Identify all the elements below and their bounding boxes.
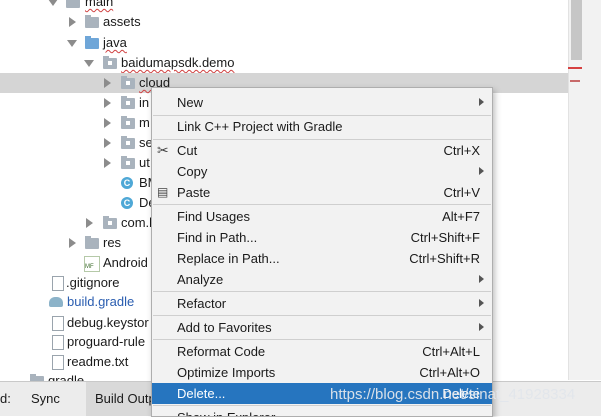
manifest-icon: MF [84,256,100,272]
menu-item-replace-in-path[interactable]: Replace in Path... Ctrl+Shift+R [152,248,492,269]
menu-item-reformat-code[interactable]: Reformat Code Ctrl+Alt+L [152,341,492,362]
submenu-arrow-icon [479,98,484,106]
expand-arrow-icon[interactable] [48,0,58,6]
source-folder-icon [85,36,99,49]
collapse-arrow-icon[interactable] [104,158,111,168]
menu-separator [153,315,491,316]
menu-item-find-in-path[interactable]: Find in Path... Ctrl+Shift+F [152,227,492,248]
folder-icon [85,15,99,28]
submenu-arrow-icon [479,275,484,283]
menu-separator [153,405,491,406]
package-icon [103,56,117,69]
menu-item-link-cpp[interactable]: Link C++ Project with Gradle [152,116,492,137]
menu-item-copy[interactable]: Copy [152,161,492,182]
text-file-icon [52,355,64,370]
file-icon [52,316,64,331]
class-icon: C [121,197,133,209]
submenu-arrow-icon [479,167,484,175]
menu-separator [153,204,491,205]
submenu-arrow-icon [479,299,484,307]
package-icon [121,76,135,89]
package-icon [121,156,135,169]
expand-arrow-icon[interactable] [84,60,94,67]
menu-item-cut[interactable]: ✂ Cut Ctrl+X [152,140,492,161]
collapse-arrow-icon[interactable] [86,218,93,228]
menu-item-show-in-explorer[interactable]: Show in Explorer [152,407,492,416]
package-icon [121,116,135,129]
scrollbar-thumb[interactable] [571,0,582,60]
class-icon: C [121,177,133,189]
collapse-arrow-icon[interactable] [104,118,111,128]
menu-item-optimize-imports[interactable]: Optimize Imports Ctrl+Alt+O [152,362,492,383]
menu-item-find-usages[interactable]: Find Usages Alt+F7 [152,206,492,227]
collapse-arrow-icon[interactable] [104,78,111,88]
resource-folder-icon [85,236,99,249]
menu-item-paste[interactable]: ▤ Paste Ctrl+V [152,182,492,203]
package-icon [103,216,117,229]
tab-sync[interactable]: Sync [31,391,60,406]
gradle-icon [49,297,63,307]
error-marker[interactable] [568,67,582,69]
package-icon [121,136,135,149]
collapse-arrow-icon[interactable] [104,98,111,108]
warning-marker[interactable] [570,80,580,82]
expand-arrow-icon[interactable] [67,40,77,47]
file-icon [52,276,64,291]
menu-separator [153,339,491,340]
submenu-arrow-icon [479,323,484,331]
menu-item-refactor[interactable]: Refactor [152,293,492,314]
tool-tab-d[interactable]: d: [0,391,11,406]
menu-item-new[interactable]: New [152,92,492,113]
folder-icon [66,0,80,8]
clipboard-icon: ▤ [157,185,169,199]
collapse-arrow-icon[interactable] [69,17,76,27]
menu-item-analyze[interactable]: Analyze [152,269,492,290]
package-icon [121,96,135,109]
watermark: https://blog.csdn.net/sinat_41928334 [330,386,576,403]
menu-separator [153,291,491,292]
tab-build-output[interactable]: Build Outp [95,391,156,406]
file-icon [52,335,64,350]
scissors-icon: ✂ [157,142,169,158]
collapse-arrow-icon[interactable] [104,138,111,148]
collapse-arrow-icon[interactable] [69,238,76,248]
menu-item-add-to-favorites[interactable]: Add to Favorites [152,317,492,338]
context-menu: New Link C++ Project with Gradle ✂ Cut C… [151,87,493,417]
